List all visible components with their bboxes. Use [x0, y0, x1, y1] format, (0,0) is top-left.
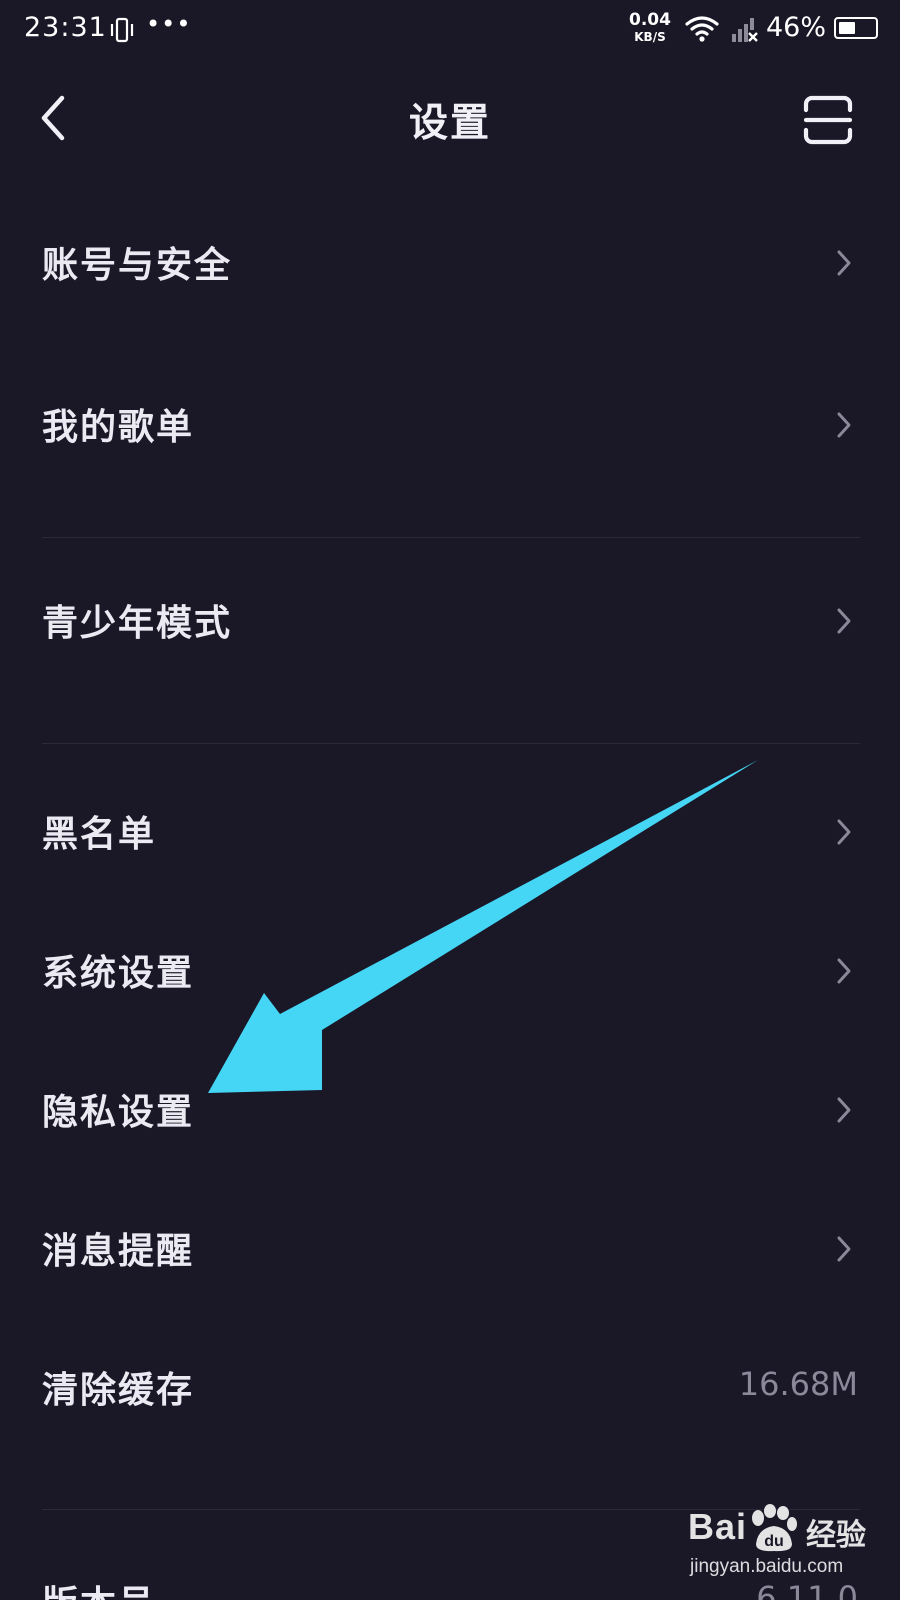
svg-text:du: du: [764, 1533, 784, 1550]
network-speed-unit: KB/S: [634, 30, 666, 44]
cellular-signal-icon: [730, 16, 760, 48]
settings-item-my-playlists[interactable]: 我的歌单: [0, 378, 900, 468]
chevron-right-icon: [837, 1236, 851, 1262]
settings-item-label: 系统设置: [42, 953, 195, 994]
divider: [42, 537, 860, 538]
watermark-url: jingyan.baidu.com: [690, 1556, 844, 1577]
vibrate-icon: [108, 16, 136, 48]
status-bar: 23:31 ••• 0.04 KB/S 46%: [0, 0, 900, 64]
scan-icon: [803, 95, 853, 145]
baidu-jingyan-watermark: Bai du 经验 jingyan.baidu.com: [688, 1500, 888, 1590]
battery-fill: [839, 22, 855, 34]
chevron-right-icon: [837, 608, 851, 634]
chevron-right-icon: [837, 958, 851, 984]
settings-item-label: 黑名单: [42, 814, 157, 855]
settings-item-label: 我的歌单: [42, 407, 195, 448]
chevron-right-icon: [837, 819, 851, 845]
settings-item-account-security[interactable]: 账号与安全: [0, 216, 900, 306]
scan-button[interactable]: [800, 92, 856, 148]
settings-item-label: 账号与安全: [42, 245, 233, 286]
settings-item-system-settings[interactable]: 系统设置: [0, 924, 900, 1014]
settings-item-label: 消息提醒: [42, 1231, 195, 1272]
chevron-right-icon: [837, 412, 851, 438]
settings-item-label: 青少年模式: [42, 603, 233, 644]
chevron-right-icon: [837, 250, 851, 276]
settings-item-label: 版本号: [42, 1575, 156, 1600]
settings-item-label: 隐私设置: [42, 1092, 195, 1133]
status-time: 23:31: [24, 12, 107, 43]
network-speed-value: 0.04: [629, 10, 671, 30]
divider: [42, 743, 860, 744]
battery-icon: [834, 17, 878, 39]
settings-item-blacklist[interactable]: 黑名单: [0, 785, 900, 875]
paw-logo-icon: du: [752, 1504, 797, 1552]
watermark-brand-cn: 经验: [806, 1518, 866, 1553]
settings-item-teen-mode[interactable]: 青少年模式: [0, 574, 900, 664]
battery-percent: 46%: [766, 12, 827, 43]
settings-item-clear-cache[interactable]: 清除缓存 16.68M: [0, 1341, 900, 1431]
watermark-brand: Bai: [688, 1506, 748, 1547]
cache-size-value: 16.68M: [738, 1365, 858, 1403]
network-speed: 0.04 KB/S: [628, 10, 672, 44]
chevron-right-icon: [837, 1097, 851, 1123]
settings-item-label: 清除缓存: [42, 1370, 195, 1411]
more-notifications-icon: •••: [146, 10, 192, 38]
settings-item-message-notifications[interactable]: 消息提醒: [0, 1202, 900, 1292]
page-title: 设置: [408, 101, 491, 146]
wifi-icon: [684, 14, 720, 48]
header: 设置: [0, 70, 900, 170]
settings-item-privacy-settings[interactable]: 隐私设置: [0, 1063, 900, 1153]
